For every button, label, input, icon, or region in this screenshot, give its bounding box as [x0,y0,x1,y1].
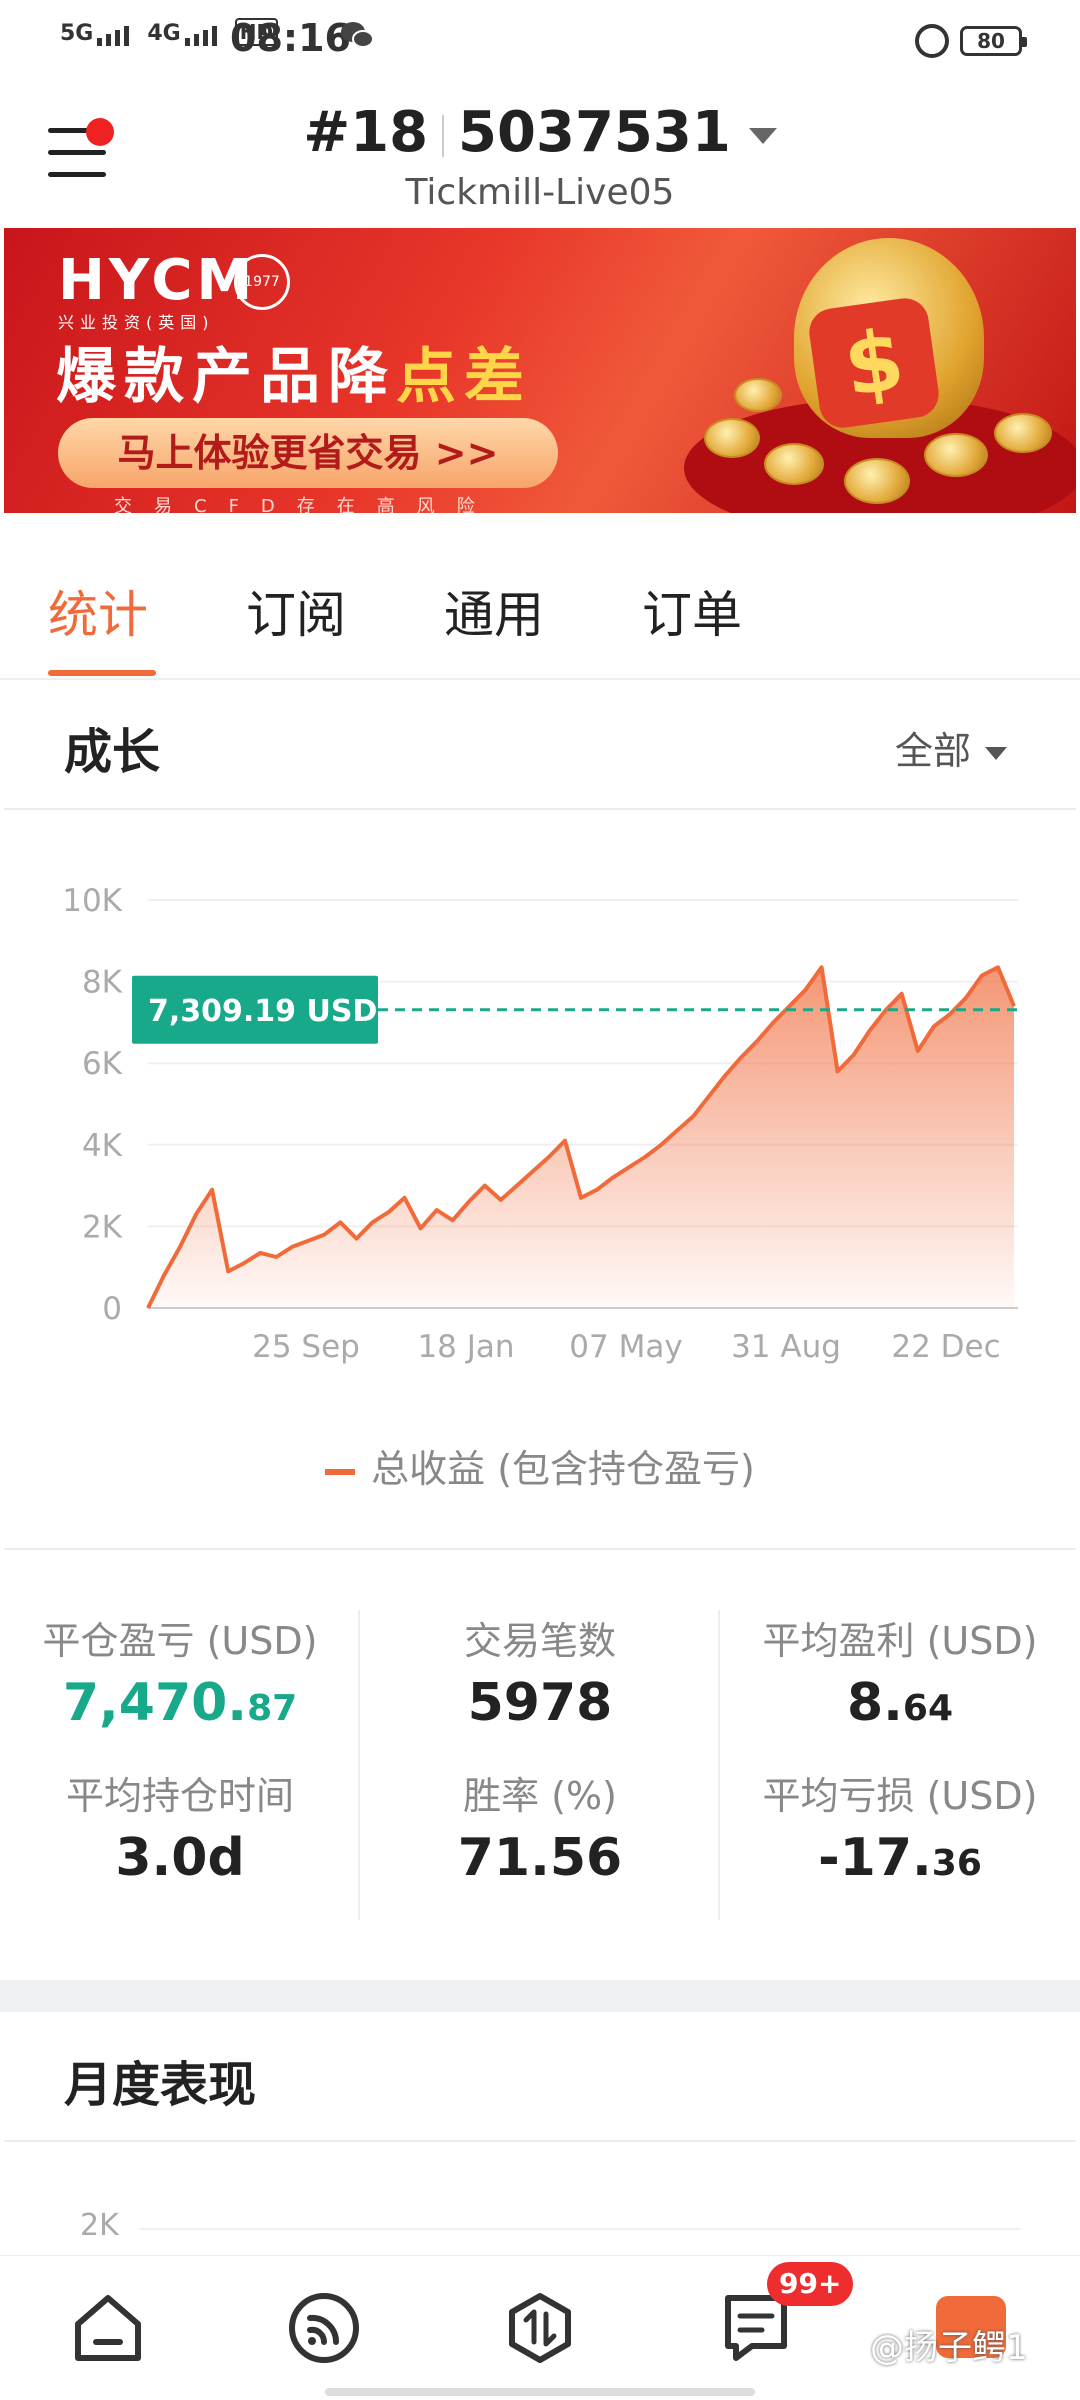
stat-avg-profit: 平均盈利 (USD) 8.64 [720,1610,1080,1733]
signal-icon-2 [183,26,217,46]
stat-label: 平均盈利 (USD) [762,1619,1038,1663]
account-selector[interactable]: #18 5037531 [0,100,1080,165]
tab-orders[interactable]: 订单 [642,575,742,647]
legend-label: 总收益 (包含持仓盈亏) [371,1447,755,1491]
headline-highlight: 点差 [396,342,532,412]
stat-value: 5978 [467,1673,613,1733]
stat-avg-hold-time: 平均持仓时间 3.0d [0,1765,360,1888]
y-tick-label: 2K [82,1209,123,1245]
ad-banner[interactable]: HYCM 兴业投资(英国) 1977 爆款产品降点差 马上体验更省交易 >> 交易… [4,228,1076,513]
y-tick-label: 10K [62,883,122,919]
monthly-title: 月度表现 [64,2057,257,2113]
stat-label: 平均持仓时间 [65,1774,294,1818]
coin-icon [844,458,910,504]
tab-bar: 统计 订阅 通用 订单 [0,515,1080,680]
anniversary-badge: 1977 [234,254,290,310]
y-tick-label: 0 [102,1291,122,1327]
range-filter-label: 全部 [895,729,972,773]
growth-title: 成长 [64,724,161,780]
tab-statistics[interactable]: 统计 [48,575,148,647]
server-name: Tickmill-Live05 [405,172,675,213]
monthly-y-tick: 2K [80,2208,119,2243]
chevron-down-icon [748,127,777,144]
watermark-text: @扬子鳄1 [870,2328,1028,2368]
account-number: 5037531 [458,100,731,165]
x-tick-label: 31 Aug [731,1329,841,1365]
battery-icon: 80 [960,26,1027,56]
stat-divider [718,1610,720,1920]
trade-icon[interactable] [502,2290,578,2366]
active-tab-indicator [48,670,156,676]
coin-icon [734,378,782,412]
x-tick-label: 07 May [569,1329,682,1365]
monthly-gridline [140,2228,1020,2230]
legend-swatch [325,1468,356,1475]
tab-subscribe[interactable]: 订阅 [246,575,346,647]
signal-icon [95,26,130,46]
section-divider [4,2140,1076,2142]
growth-chart: 10K 8K 6K 4K 2K 0 25 Sep 18 Jan 07 May 31 Aug 22 … [62,883,1018,1365]
range-filter-dropdown[interactable]: 全部 [895,720,1008,775]
stat-label: 交易笔数 [463,1619,616,1663]
coin-icon [924,433,988,477]
brand-name: HYCM [58,248,257,313]
section-gap [0,1980,1080,2012]
dollar-icon: $ [806,295,942,431]
stat-value: 3.0d [115,1828,245,1888]
account-separator [442,114,445,157]
stat-value: 71.56 [457,1828,623,1888]
brand-logo: HYCM 兴业投资(英国) [58,248,256,333]
stat-trade-count: 交易笔数 5978 [360,1610,720,1733]
banner-cta-button[interactable]: 马上体验更省交易 >> [58,418,558,488]
risk-warning: 交易CFD存在高风险 [114,496,497,513]
headline-main: 爆款产品降 [56,342,396,412]
stat-value: 8.64 [846,1673,954,1733]
home-icon[interactable] [70,2290,146,2366]
section-divider [4,1548,1076,1550]
x-tick-label: 18 Jan [417,1329,514,1365]
gesture-bar [325,2388,755,2396]
chart-legend: 总收益 (包含持仓盈亏) [0,1438,1080,1493]
stat-value: 7,470.87 [62,1673,298,1733]
status-time: 08:16 [230,16,351,60]
stat-label: 平均亏损 (USD) [762,1774,1038,1818]
chevron-down-icon [985,747,1008,760]
message-count-badge: 99+ [767,2262,854,2306]
coin-icon [764,443,824,485]
y-tick-label: 8K [82,965,123,1001]
y-tick-label: 4K [82,1128,123,1164]
stat-divider [358,1610,360,1920]
tab-general[interactable]: 通用 [444,575,544,647]
stat-value: -17.36 [818,1828,982,1888]
x-tick-label: 22 Dec [891,1329,1000,1365]
network-4g-label: 4G [147,21,181,46]
section-divider [4,808,1076,810]
y-tick-label: 6K [82,1046,123,1082]
app-screen: { "status_bar": {"net1": "5G", "net2": "… [0,0,1080,2400]
stat-closed-pnl: 平仓盈亏 (USD) 7,470.87 [0,1610,360,1733]
coin-icon [994,413,1052,453]
status-bar: 5G 4G HD 08:16 80 [0,0,1080,80]
alarm-icon [915,24,949,58]
stat-label: 胜率 (%) [463,1774,617,1818]
marker-label: 7,309.19 USD [148,994,377,1029]
signal-feed-icon[interactable] [286,2290,362,2366]
wechat-icon [341,22,374,48]
banner-headline: 爆款产品降点差 [56,328,532,415]
account-prefix: #18 [303,100,429,165]
coin-icon [704,418,760,458]
stat-label: 平仓盈亏 (USD) [42,1619,318,1663]
x-tick-label: 25 Sep [252,1329,360,1365]
stat-avg-loss: 平均亏损 (USD) -17.36 [720,1765,1080,1888]
network-5g-label: 5G [60,21,94,46]
stat-win-rate: 胜率 (%) 71.56 [360,1765,720,1888]
